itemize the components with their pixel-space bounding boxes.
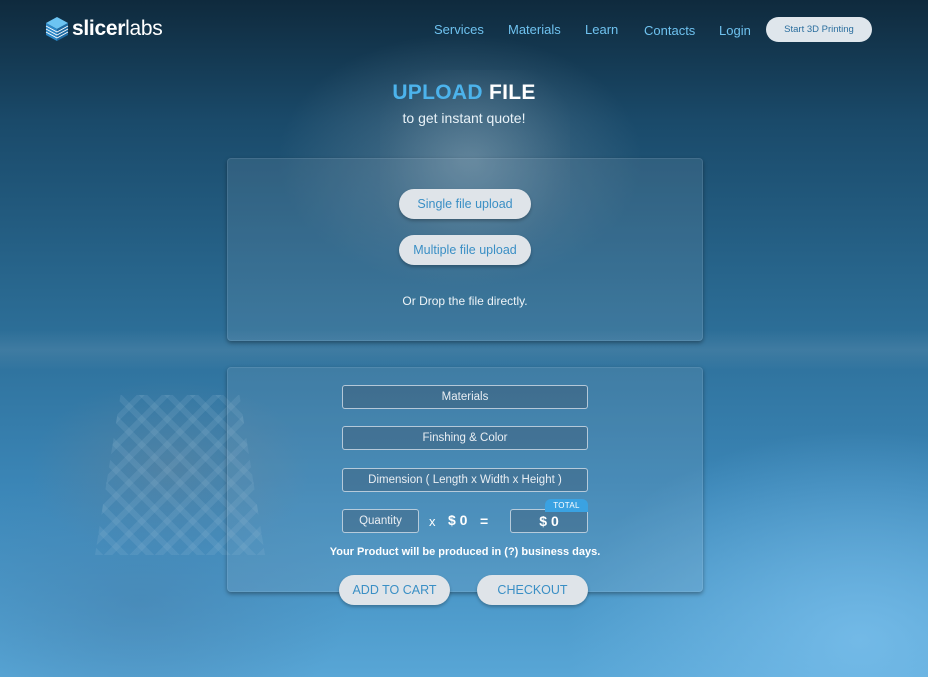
page-title: UPLOAD FILE xyxy=(0,81,928,105)
quote-panel: Materials Finshing & Color Dimension ( L… xyxy=(227,367,703,605)
start-3d-printing-button[interactable]: Start 3D Printing xyxy=(766,17,872,42)
top-navigation: slicerlabs Services Materials Learn Cont… xyxy=(0,0,928,60)
total-price: $ 0 xyxy=(510,509,588,533)
dimension-input[interactable]: Dimension ( Length x Width x Height ) xyxy=(342,468,588,492)
title-rest: FILE xyxy=(488,81,536,104)
finishing-color-select[interactable]: Finshing & Color xyxy=(342,426,588,450)
production-time-note: Your Product will be produced in (?) bus… xyxy=(329,546,601,558)
nav-link-login[interactable]: Login xyxy=(719,23,751,38)
unit-price: $ 0 xyxy=(448,512,468,528)
multiply-sign: x xyxy=(429,514,436,529)
nav-link-services[interactable]: Services xyxy=(434,22,484,37)
drop-zone-hint: Or Drop the file directly. xyxy=(402,294,528,308)
quantity-input[interactable]: Quantity xyxy=(342,509,419,533)
nav-link-materials[interactable]: Materials xyxy=(508,22,561,37)
single-file-upload-button[interactable]: Single file upload xyxy=(399,189,531,219)
title-accent: UPLOAD xyxy=(392,81,483,104)
page-subtitle: to get instant quote! xyxy=(402,110,526,126)
materials-select[interactable]: Materials xyxy=(342,385,588,409)
nav-link-learn[interactable]: Learn xyxy=(585,22,618,37)
checkout-button[interactable]: CHECKOUT xyxy=(477,575,588,605)
equals-sign: = xyxy=(480,513,489,529)
total-badge: TOTAL xyxy=(545,499,588,512)
multiple-file-upload-button[interactable]: Multiple file upload xyxy=(399,235,531,265)
add-to-cart-button[interactable]: ADD TO CART xyxy=(339,575,450,605)
nav-link-contacts[interactable]: Contacts xyxy=(644,23,695,38)
upload-panel[interactable]: Single file upload Multiple file upload … xyxy=(227,158,703,341)
